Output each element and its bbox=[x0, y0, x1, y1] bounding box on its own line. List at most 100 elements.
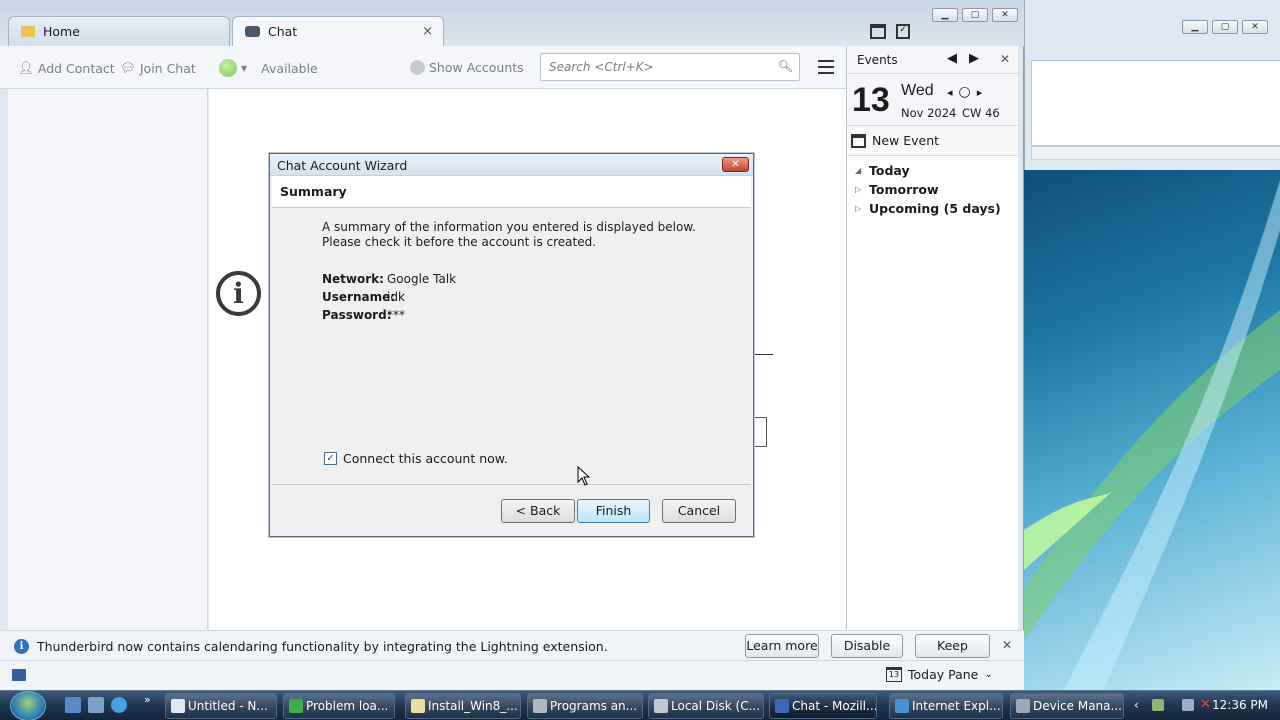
app-icon bbox=[411, 699, 425, 713]
connection-icon[interactable] bbox=[12, 669, 26, 681]
learn-more-button[interactable]: Learn more bbox=[745, 634, 819, 658]
cancel-button[interactable]: Cancel bbox=[662, 499, 736, 523]
quick-launch-overflow-icon[interactable]: » bbox=[144, 693, 151, 706]
chat-icon: 💬︎ bbox=[120, 60, 136, 75]
taskbar-button[interactable]: Local Disk (C... bbox=[648, 693, 764, 719]
search-input[interactable]: Search <Ctrl+K> 🔍︎ bbox=[540, 53, 800, 81]
divider bbox=[753, 354, 773, 355]
add-contact-button[interactable]: 👤︎ Add Contact bbox=[18, 60, 115, 76]
dialog-titlebar: Chat Account Wizard ✕ bbox=[270, 154, 753, 176]
close-icon[interactable]: ✕ bbox=[1000, 52, 1010, 66]
section-label: Tomorrow bbox=[869, 182, 939, 197]
connect-now-checkbox[interactable]: ✓ bbox=[324, 452, 337, 465]
section-today[interactable]: ◢ Today bbox=[855, 161, 1010, 180]
day-number: 13 bbox=[852, 81, 890, 119]
search-placeholder: Search <Ctrl+K> bbox=[549, 60, 654, 74]
minimize-button[interactable]: ▁ bbox=[932, 8, 958, 22]
network-icon[interactable] bbox=[1182, 699, 1194, 711]
taskbar-button-label: Local Disk (C... bbox=[671, 699, 761, 713]
section-upcoming[interactable]: ▷ Upcoming (5 days) bbox=[855, 199, 1010, 218]
maximize-button[interactable]: ▢ bbox=[1212, 20, 1238, 34]
field-username: Username:idk bbox=[322, 290, 405, 304]
volume-muted-icon[interactable]: ✕ bbox=[1200, 697, 1211, 712]
taskbar-button[interactable]: Problem loa... bbox=[283, 693, 395, 719]
show-accounts-button[interactable]: Show Accounts bbox=[410, 60, 524, 75]
connect-now-label[interactable]: Connect this account now. bbox=[343, 451, 508, 466]
today-pane: Events ◀▶ ✕ 13 Wed ◂○▸ Nov 2024 CW 46 Ne… bbox=[846, 46, 1018, 630]
taskbar-button[interactable]: Programs an... bbox=[527, 693, 643, 719]
join-chat-label: Join Chat bbox=[139, 60, 196, 76]
new-event-button[interactable]: New Event bbox=[847, 126, 1018, 156]
dialog-title: Chat Account Wizard bbox=[277, 158, 408, 173]
next-day-icon[interactable]: ▸ bbox=[977, 86, 989, 99]
field-edge bbox=[753, 417, 767, 447]
show-accounts-label: Show Accounts bbox=[429, 60, 524, 75]
taskbar-button-label: Untitled - N... bbox=[188, 699, 268, 713]
taskbar-button[interactable]: Internet Expl... bbox=[889, 693, 1003, 719]
prev-day-icon[interactable]: ◂ bbox=[947, 86, 959, 99]
app-icon bbox=[289, 699, 303, 713]
status-bar: 13 Today Pane ⌄ bbox=[0, 660, 1024, 690]
back-button[interactable]: < Back bbox=[501, 499, 575, 523]
new-event-label: New Event bbox=[872, 133, 940, 148]
dialog-separator bbox=[272, 484, 751, 485]
disable-button[interactable]: Disable bbox=[831, 634, 903, 658]
tasks-icon[interactable]: ✓ bbox=[896, 24, 910, 39]
desktop-wallpaper bbox=[1024, 170, 1280, 690]
tray-app-icon[interactable] bbox=[1152, 699, 1164, 711]
date-box: 13 Wed ◂○▸ Nov 2024 CW 46 bbox=[847, 74, 1018, 126]
taskbar-button-label: Install_Win8_... bbox=[428, 699, 518, 713]
field-value: idk bbox=[387, 290, 405, 304]
dialog-description: A summary of the information you entered… bbox=[322, 220, 696, 249]
background-window-content bbox=[1031, 60, 1280, 146]
taskbar-button[interactable]: Chat - Mozill... bbox=[769, 693, 877, 719]
folder-icon bbox=[21, 26, 35, 37]
close-button[interactable]: ✕ bbox=[1242, 20, 1268, 34]
maximize-button[interactable]: ▢ bbox=[962, 8, 988, 22]
finish-button[interactable]: Finish bbox=[577, 499, 650, 523]
show-desktop-icon[interactable] bbox=[65, 697, 81, 713]
notification-message: Thunderbird now contains calendaring fun… bbox=[37, 639, 608, 654]
close-icon[interactable]: × bbox=[422, 24, 433, 39]
status-dot-icon bbox=[219, 59, 237, 77]
internet-explorer-icon[interactable] bbox=[111, 697, 127, 713]
taskbar-button[interactable]: Untitled - N... bbox=[165, 693, 277, 719]
calendar-icon[interactable] bbox=[870, 24, 886, 39]
minimize-button[interactable]: ▁ bbox=[1182, 20, 1208, 34]
keep-button[interactable]: Keep bbox=[915, 634, 990, 658]
day-nav: ◂○▸ bbox=[947, 84, 988, 100]
nav-arrows: ◀▶ bbox=[947, 51, 991, 66]
tab-home[interactable]: Home bbox=[8, 16, 230, 46]
window-controls: ▁ ▢ ✕ bbox=[932, 8, 1018, 22]
calendar-day-icon: 13 bbox=[886, 667, 902, 682]
chat-bubble-icon bbox=[245, 26, 260, 37]
today-pane-toggle[interactable]: 13 Today Pane ⌄ bbox=[886, 667, 993, 682]
field-key: Network: bbox=[322, 272, 384, 286]
arrow-left-icon[interactable]: ◀ bbox=[947, 51, 969, 66]
taskbar-button[interactable]: Install_Win8_... bbox=[405, 693, 521, 719]
info-icon: i bbox=[14, 639, 29, 654]
close-button[interactable]: ✕ bbox=[992, 8, 1018, 22]
tray-expand-icon[interactable]: ‹ bbox=[1134, 698, 1139, 712]
arrow-right-icon[interactable]: ▶ bbox=[969, 51, 991, 66]
horizontal-scrollbar[interactable] bbox=[1031, 146, 1280, 160]
join-chat-button[interactable]: 💬︎ Join Chat bbox=[120, 60, 196, 76]
section-label: Today bbox=[869, 163, 910, 178]
today-circle-icon[interactable]: ○ bbox=[959, 84, 977, 100]
status-selector[interactable]: ▼ Available bbox=[219, 59, 318, 77]
menu-icon[interactable] bbox=[818, 60, 834, 74]
events-label: Events bbox=[857, 53, 898, 67]
taskbar-button[interactable]: Device Mana... bbox=[1010, 693, 1124, 719]
close-icon[interactable]: ✕ bbox=[1002, 638, 1012, 652]
notification-bar: i Thunderbird now contains calendaring f… bbox=[0, 630, 1024, 660]
section-tomorrow[interactable]: ▷ Tomorrow bbox=[855, 180, 1010, 199]
connect-now-checkbox-row: ✓ Connect this account now. bbox=[324, 451, 508, 466]
start-button[interactable] bbox=[10, 691, 46, 720]
clock[interactable]: 12:36 PM bbox=[1212, 698, 1268, 712]
dialog-close-button[interactable]: ✕ bbox=[722, 157, 749, 172]
search-icon[interactable]: 🔍︎ bbox=[778, 59, 793, 73]
tab-bar: Home Chat × ✓ ▁ ▢ ✕ bbox=[0, 0, 1024, 46]
tab-chat[interactable]: Chat × bbox=[232, 16, 444, 46]
person-icon: 👤︎ bbox=[18, 60, 34, 75]
switch-windows-icon[interactable] bbox=[88, 697, 104, 713]
